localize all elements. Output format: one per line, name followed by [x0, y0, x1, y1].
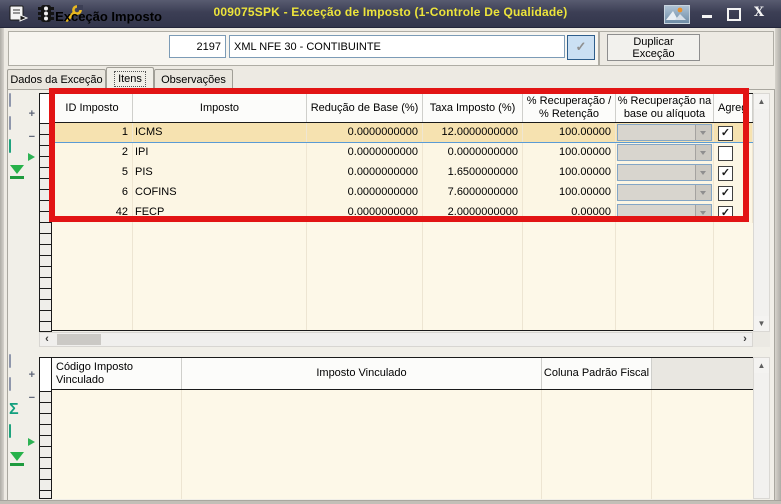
- recuperacao-combo[interactable]: [617, 184, 712, 201]
- scroll-up-icon[interactable]: ▲: [754, 94, 769, 109]
- add-record-icon[interactable]: +: [9, 93, 35, 120]
- app-window: 009075SPK - Exceção de Imposto (1-Contro…: [0, 0, 781, 504]
- items-grid-header: ID Imposto Imposto Redução de Base (%) T…: [52, 93, 753, 123]
- row-indicator-column: [39, 357, 52, 499]
- tab-observacoes[interactable]: Observações: [154, 69, 233, 91]
- recuperacao-combo[interactable]: [617, 204, 712, 221]
- scroll-down-icon[interactable]: ▼: [754, 316, 769, 331]
- minimize-icon: [702, 15, 712, 18]
- table-row[interactable]: 42 FECP 0.0000000000 2.0000000000 0.0000…: [52, 203, 753, 223]
- agreg-checkbox[interactable]: ✓: [718, 166, 733, 181]
- column-header-codigo-imposto-vinculado[interactable]: Código Imposto Vinculado: [52, 358, 182, 389]
- recuperacao-combo[interactable]: [617, 164, 712, 181]
- column-header-recuperacao-retencao[interactable]: % Recuperação / % Retenção: [523, 94, 616, 122]
- add-record-icon[interactable]: +: [9, 354, 35, 381]
- tab-dados-da-excecao[interactable]: Dados da Exceção: [7, 69, 106, 91]
- picture-icon[interactable]: [664, 5, 690, 24]
- window-frame-right: [775, 28, 781, 504]
- post-record-icon[interactable]: [9, 139, 35, 161]
- scroll-right-icon[interactable]: ›: [738, 333, 752, 346]
- items-grid-hscrollbar[interactable]: ‹ ›: [39, 332, 753, 347]
- linked-grid-vscrollbar[interactable]: ▲: [753, 357, 770, 499]
- chevron-down-icon[interactable]: [695, 165, 711, 180]
- column-header-taxa-imposto[interactable]: Taxa Imposto (%): [423, 94, 523, 122]
- chevron-down-icon[interactable]: [695, 185, 711, 200]
- table-row[interactable]: 5 PIS 0.0000000000 1.6500000000 100.0000…: [52, 163, 753, 183]
- confirm-check-button[interactable]: ✓: [567, 35, 595, 60]
- table-row[interactable]: 2 IPI 0.0000000000 0.0000000000 100.0000…: [52, 143, 753, 163]
- row-indicator-column: [39, 93, 52, 332]
- close-button[interactable]: X: [749, 6, 769, 21]
- agreg-checkbox[interactable]: [718, 146, 733, 161]
- delete-record-icon[interactable]: −: [9, 377, 35, 404]
- column-header-imposto[interactable]: Imposto: [133, 94, 307, 122]
- agreg-checkbox[interactable]: ✓: [718, 186, 733, 201]
- tab-itens[interactable]: Itens: [106, 67, 154, 92]
- maximize-icon: [727, 8, 741, 21]
- duplicate-exception-button[interactable]: Duplicar Exceção: [607, 34, 700, 61]
- column-header-filler: [652, 358, 753, 389]
- recuperacao-combo[interactable]: [617, 124, 712, 141]
- column-header-recuperacao-base-aliquota[interactable]: % Recuperação na base ou alíquota: [616, 94, 714, 122]
- agreg-checkbox[interactable]: ✓: [718, 126, 733, 141]
- scrollbar-corner: [753, 332, 770, 347]
- items-grid-empty-area: [52, 223, 753, 331]
- table-row[interactable]: 6 COFINS 0.0000000000 7.6000000000 100.0…: [52, 183, 753, 203]
- exception-description-field[interactable]: [229, 35, 565, 58]
- maximize-button[interactable]: [723, 6, 743, 21]
- exception-label: Exceção Imposto: [55, 9, 162, 24]
- column-header-coluna-padrao-fiscal[interactable]: Coluna Padrão Fiscal: [542, 358, 652, 389]
- hscroll-thumb[interactable]: [57, 334, 101, 345]
- scroll-up-icon[interactable]: ▲: [754, 358, 769, 373]
- window-frame-left: [0, 28, 4, 504]
- chevron-down-icon[interactable]: [695, 125, 711, 140]
- linked-grid-header: Código Imposto Vinculado Imposto Vincula…: [52, 357, 753, 390]
- linked-grid-empty-area: [52, 390, 753, 499]
- minimize-button[interactable]: [697, 6, 717, 21]
- post-record-icon[interactable]: [9, 424, 35, 446]
- export-grid-icon[interactable]: [9, 450, 29, 470]
- column-header-reducao-base[interactable]: Redução de Base (%): [307, 94, 423, 122]
- table-row[interactable]: 1 ICMS 0.0000000000 12.0000000000 100.00…: [52, 123, 753, 143]
- chevron-down-icon[interactable]: [695, 205, 711, 220]
- items-grid-vscrollbar[interactable]: ▲ ▼: [753, 93, 770, 332]
- exception-code-field[interactable]: [169, 35, 226, 58]
- column-header-id-imposto[interactable]: ID Imposto: [52, 94, 133, 122]
- column-header-imposto-vinculado[interactable]: Imposto Vinculado: [182, 358, 542, 389]
- recuperacao-combo[interactable]: [617, 144, 712, 161]
- scroll-left-icon[interactable]: ‹: [40, 333, 54, 346]
- chevron-down-icon[interactable]: [695, 145, 711, 160]
- items-grid: ID Imposto Imposto Redução de Base (%) T…: [52, 93, 753, 331]
- sum-icon[interactable]: Σ: [9, 401, 29, 421]
- agreg-checkbox[interactable]: ✓: [718, 206, 733, 221]
- export-grid-icon[interactable]: [9, 163, 29, 183]
- column-header-agreg[interactable]: Agreg: [714, 94, 753, 122]
- delete-record-icon[interactable]: −: [9, 116, 35, 143]
- linked-grid: Código Imposto Vinculado Imposto Vincula…: [52, 357, 753, 499]
